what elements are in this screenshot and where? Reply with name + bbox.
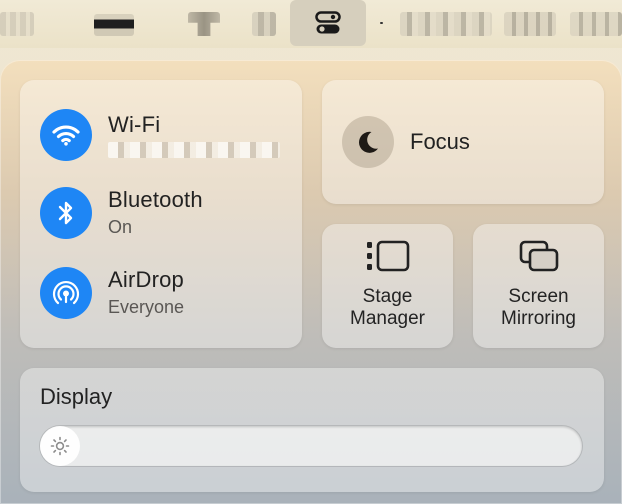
screen-mirroring-icon xyxy=(519,240,558,272)
display-title: Display xyxy=(40,384,113,409)
screen-mirroring-label-line1: Screen xyxy=(508,286,569,307)
menu-bar-separator xyxy=(380,22,383,24)
screen-mirroring-button[interactable]: Screen Mirroring xyxy=(473,224,604,348)
menu-extra-icon[interactable] xyxy=(188,12,220,36)
airdrop-status: Everyone xyxy=(108,297,185,317)
date-time-obscured[interactable] xyxy=(400,12,492,36)
wifi-label: Wi-Fi xyxy=(108,112,161,137)
control-center-panel: Wi-Fi Bluetooth On AirDrop Everyone Focu… xyxy=(0,60,622,504)
brightness-slider[interactable] xyxy=(40,426,582,466)
wifi-toggle[interactable]: Wi-Fi xyxy=(40,108,290,162)
control-center-toggle-icon xyxy=(315,11,341,34)
network-module: Wi-Fi Bluetooth On AirDrop Everyone xyxy=(20,80,302,348)
display-module: Display xyxy=(20,368,604,492)
menu-extra-icon[interactable] xyxy=(504,12,556,36)
bluetooth-toggle[interactable]: Bluetooth On xyxy=(40,186,290,240)
bluetooth-status: On xyxy=(108,217,133,237)
stage-manager-icon xyxy=(366,240,409,272)
battery-icon[interactable] xyxy=(94,14,134,36)
stage-manager-button[interactable]: Stage Manager xyxy=(322,224,453,348)
menu-extra-icon[interactable] xyxy=(570,12,622,36)
focus-label: Focus xyxy=(410,129,470,154)
wifi-network-name-obscured xyxy=(108,142,280,158)
bluetooth-icon[interactable] xyxy=(40,187,92,239)
bluetooth-label: Bluetooth xyxy=(108,187,203,212)
airdrop-toggle[interactable]: AirDrop Everyone xyxy=(40,266,290,320)
sun-icon xyxy=(50,436,70,456)
wifi-icon[interactable] xyxy=(40,109,92,161)
airdrop-label: AirDrop xyxy=(108,267,184,292)
stage-manager-label-line2: Manager xyxy=(350,308,425,329)
moon-icon xyxy=(342,116,394,168)
screen-mirroring-label-line2: Mirroring xyxy=(501,308,576,329)
menu-bar xyxy=(0,0,622,48)
focus-module[interactable]: Focus xyxy=(322,80,604,204)
stage-manager-label-line1: Stage xyxy=(362,286,413,307)
menu-bar-item-obscured[interactable] xyxy=(0,12,34,36)
menu-extra-icon[interactable] xyxy=(252,12,276,36)
control-center-menubar-button[interactable] xyxy=(290,0,366,46)
airdrop-icon[interactable] xyxy=(40,267,92,319)
